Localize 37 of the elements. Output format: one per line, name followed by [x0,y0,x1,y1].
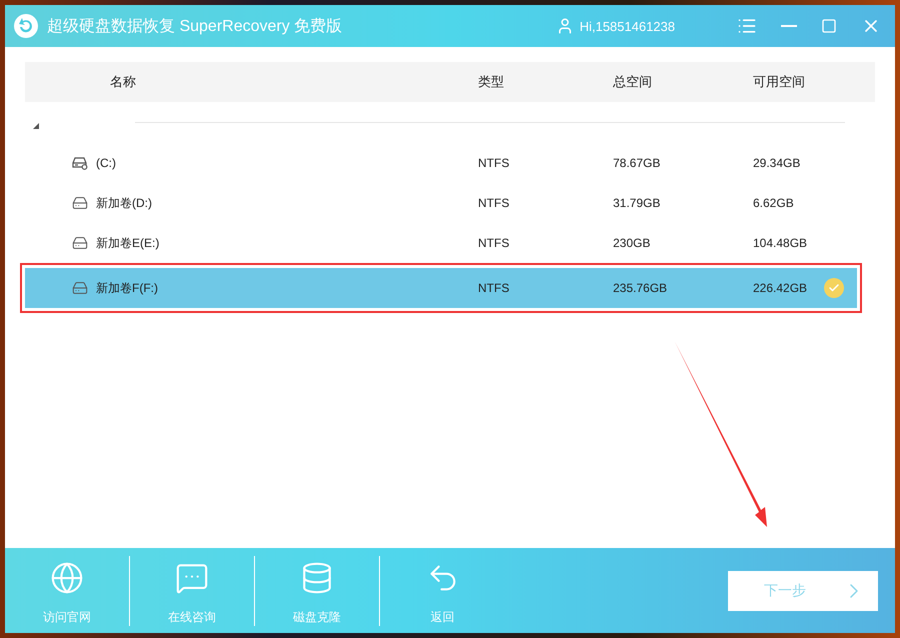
file-system: NTFS [478,281,510,295]
file-system: NTFS [478,236,510,250]
maximize-button[interactable] [821,18,837,34]
file-system: NTFS [478,156,510,170]
column-header[interactable]: 类型 [478,73,613,91]
check-icon [824,278,844,298]
total-space: 78.67GB [613,156,662,170]
drive-icon [72,280,88,296]
maximize-icon [821,18,837,34]
drive-row[interactable]: 新加卷E(E:) NTFS 230GB 104.48GB [25,223,857,263]
logo-icon [13,13,39,39]
drive-name: 新加卷E(E:) [96,234,160,252]
column-header[interactable]: 总空间 [613,73,753,91]
total-space: 31.79GB [613,196,662,210]
drive-name: 新加卷(D:) [96,194,152,212]
database-icon [300,560,334,594]
drive-row[interactable]: 新加卷(D:) NTFS 31.79GB 6.62GB [25,183,857,223]
drive-icon [72,195,88,211]
free-space: 226.42GB [753,281,808,295]
user-account: Hi,15851461238 [580,18,675,34]
drive-name: (C:) [96,156,116,170]
total-space: 235.76GB [613,281,668,295]
column-header[interactable]: 可用空间 [753,73,875,91]
minimize-icon [781,25,797,27]
free-space: 104.48GB [753,236,808,250]
file-system: NTFS [478,196,510,210]
total-space: 230GB [613,236,652,250]
free-space: 29.34GB [753,156,800,170]
drive-row[interactable]: (C:) NTFS 78.67GB 29.34GB [25,143,857,183]
drive-row[interactable]: 新加卷F(F:) NTFS 235.76GB 226.42GB [25,268,857,308]
window-title: 超级硬盘数据恢复 SuperRecovery 免费版 [47,16,344,36]
column-header[interactable]: 名称 [25,73,478,91]
globe-icon [50,560,84,594]
drive-icon [72,235,88,251]
system-drive-icon [72,156,88,170]
drive-name: 新加卷F(F:) [96,280,158,296]
free-space: 6.62GB [753,196,794,210]
